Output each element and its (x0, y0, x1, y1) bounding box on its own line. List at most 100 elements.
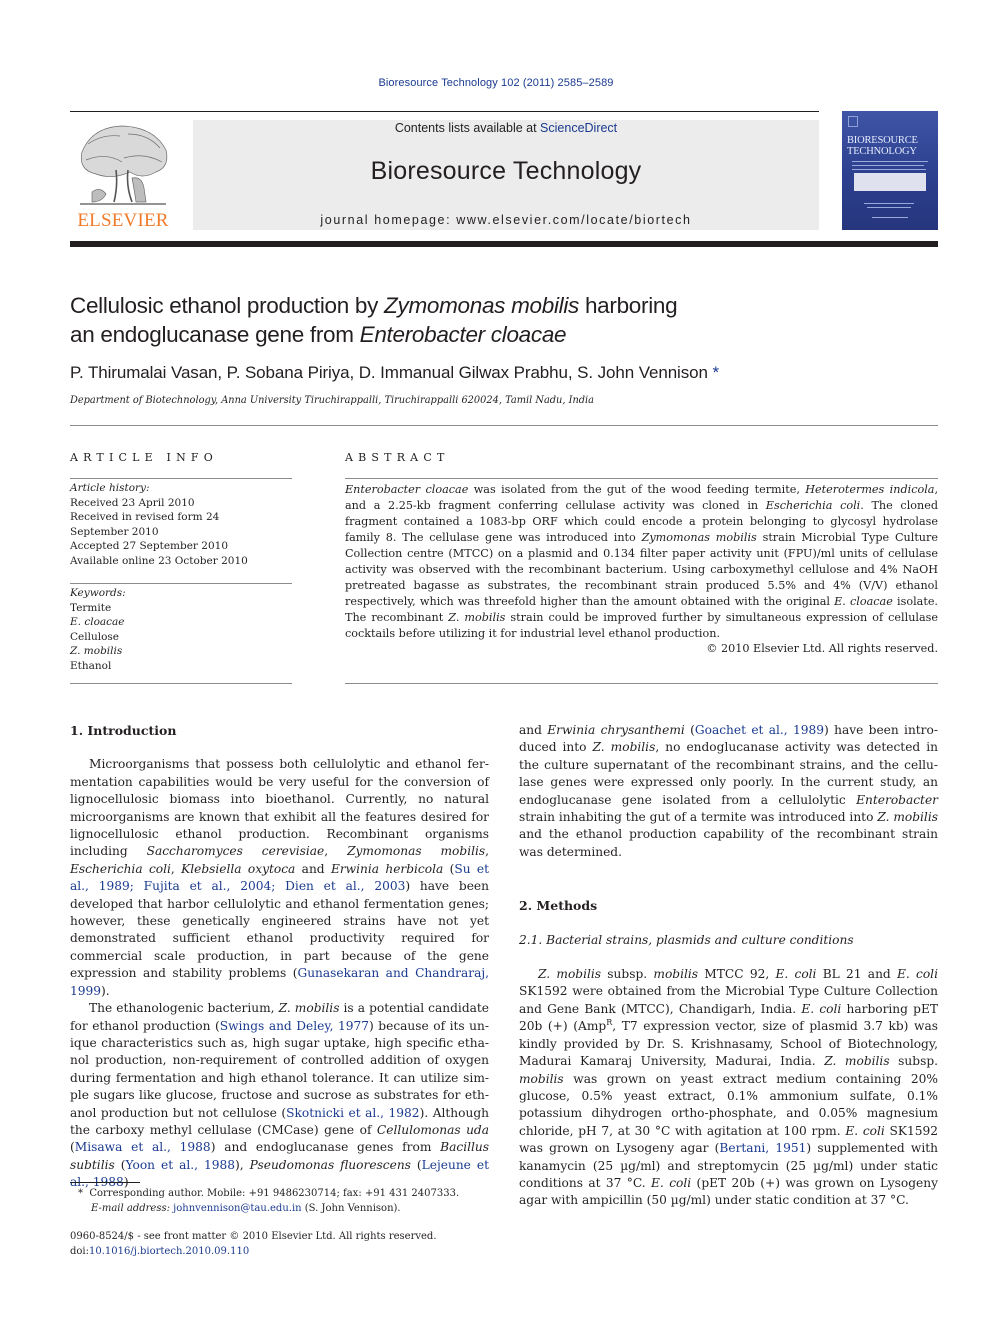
citation-reference-link[interactable]: Yoon et al., 1988 (126, 1158, 236, 1172)
text-run: and the ethanol production capability of… (519, 827, 938, 859)
citation-reference-link[interactable]: Swings and Deley, 1977 (220, 1019, 369, 1033)
italic-term: E. coli (651, 1175, 692, 1190)
text-run: , (485, 844, 490, 859)
affiliation: Department of Biotechnology, Anna Univer… (70, 395, 595, 406)
doi-link[interactable]: 10.1016/j.biortech.2010.09.110 (89, 1246, 249, 1257)
email-label: E-mail address: (91, 1203, 170, 1214)
cover-title-line1: BIORESOURCE (847, 135, 918, 146)
title-text: Cellulosic ethanol production by (70, 293, 385, 318)
history-item: Received 23 April 2010 (70, 496, 195, 509)
article-title: Cellulosic ethanol production by Zymomon… (70, 291, 930, 349)
abstract-text: Enterobacter cloacae was isolated from t… (345, 482, 938, 642)
keywords-block: Keywords: Termite E. cloacae Cellulose Z. m… (70, 586, 292, 673)
text-run: ( (684, 723, 695, 737)
citation-link[interactable]: Bioresource Technology 102 (2011) 2585–2… (378, 77, 613, 89)
text-run: ( (443, 861, 455, 876)
elsevier-tree-icon (80, 125, 168, 205)
text-run: subsp. (601, 967, 654, 982)
history-item: Accepted 27 September 2010 (70, 540, 229, 552)
text-run: ) because of its un­ique characteristics… (70, 1018, 489, 1120)
citation-reference-link[interactable]: Bertani, 1951 (719, 1141, 806, 1155)
italic-term: Zymomonas mobilis (347, 844, 486, 859)
italic-term: Saccharomyces cerevisiae (146, 844, 325, 859)
citation-reference-link[interactable]: Goachet et al., 1989 (695, 723, 824, 737)
article-info-rule (70, 478, 292, 479)
title-species: Zymomonas mobilis (384, 293, 579, 318)
text-run: was isolated from the gut of the wood fe… (468, 483, 806, 496)
keywords-rule (70, 583, 292, 584)
text-run: , (170, 861, 182, 876)
sciencedirect-link[interactable]: ScienceDirect (540, 121, 617, 135)
italic-term: Z. mobilis (592, 740, 656, 755)
italic-term: Z. mobilis (278, 1001, 340, 1016)
section-heading-methods: 2. Methods (519, 898, 598, 914)
keyword-list: Termite E. cloacae Cellulose Z. mobilis Etha… (70, 601, 292, 674)
italic-term: Erwinia chrysanthemi (547, 723, 685, 737)
journal-title: Bioresource Technology (370, 157, 642, 185)
text-run: MTCC 92, (698, 967, 776, 982)
italic-term: mobilis (519, 1071, 564, 1086)
italic-term: E. coli (845, 1123, 885, 1138)
cover-subtitle-line (852, 169, 926, 170)
methods-paragraph-1: Z. mobilis subsp. mobilis MTCC 92, E. co… (519, 966, 938, 1210)
title-text: an endoglucanase gene from (70, 322, 360, 347)
intro-paragraph-2: The ethanologenic bacterium, Z. mobilis … (70, 1000, 489, 1191)
journal-homepage[interactable]: journal homepage: www.elsevier.com/locat… (193, 213, 819, 227)
italic-term: E. coli (801, 1001, 842, 1016)
cover-editor-line (867, 207, 911, 208)
cover-title: BIORESOURCE TECHNOLOGY (847, 135, 918, 157)
italic-term: Erwinia herbicola (330, 861, 444, 876)
text-run: and (295, 861, 331, 876)
italic-term: mobilis (653, 967, 699, 982)
text-run: subsp. (889, 1054, 939, 1069)
italic-term: Klebsiella oxytoca (181, 861, 296, 876)
abstract-heading: ABSTRACT (345, 451, 450, 464)
elsevier-wordmark: ELSEVIER (77, 210, 169, 231)
section-heading-introduction: 1. Introduction (70, 723, 177, 738)
citation-reference-link[interactable]: Misawa et al., 1988 (75, 1140, 211, 1154)
citation-reference-link[interactable]: Skotnicki et al., 1982 (286, 1106, 419, 1120)
corresponding-author-marker[interactable]: * (712, 363, 719, 382)
keywords-label: Keywords: (70, 587, 126, 599)
keyword-item: Termite (70, 601, 112, 614)
keywords-bottom-rule (70, 683, 292, 684)
title-species: Enterobacter cloacae (359, 322, 567, 347)
italic-term: Z. mobilis (877, 810, 938, 825)
text-run: ( (114, 1157, 126, 1172)
cover-sd-logo (872, 217, 908, 218)
corresponding-author-footnote: * Corresponding author. Mobile: +91 9486… (70, 1186, 490, 1216)
text-run: ) and endoglucanase genes from (210, 1140, 441, 1155)
italic-term: Enterobacter (856, 792, 938, 807)
text-run: , (324, 844, 348, 859)
elsevier-logo[interactable]: ELSEVIER (70, 120, 176, 232)
keyword-item: Cellulose (70, 630, 120, 643)
intro-paragraph-2-continued: and Erwinia chrysanthemi (Goachet et al.… (519, 722, 938, 861)
footnote-marker: * (78, 1188, 83, 1199)
journal-cover-thumbnail[interactable]: BIORESOURCE TECHNOLOGY (842, 111, 938, 230)
abstract-rule (345, 478, 938, 479)
italic-term: E. cloacae (834, 595, 893, 608)
keyword-item: Ethanol (70, 659, 112, 672)
history-item: Available online 23 October 2010 (70, 554, 248, 567)
email-owner: (S. John Vennison). (301, 1203, 401, 1214)
text-run: ), (235, 1157, 250, 1172)
issn-line: 0960-8524/$ - see front matter © 2010 El… (70, 1231, 437, 1242)
italic-term: Heterotermes indicola (805, 483, 935, 496)
author-list: P. Thirumalai Vasan, P. Sobana Piriya, D… (70, 363, 719, 383)
keyword-item: Z. mobilis (70, 645, 123, 657)
title-text: harboring (579, 293, 678, 318)
text-run: strain inhabiting the gut of a termite w… (519, 810, 878, 825)
doi-prefix: doi: (70, 1245, 89, 1257)
journal-citation[interactable]: Bioresource Technology 102 (2011) 2585–2… (0, 77, 992, 89)
keyword-item: E. cloacae (70, 616, 125, 628)
contents-prefix: Contents lists available at (394, 121, 541, 135)
article-info-heading: ARTICLE INFO (70, 451, 218, 464)
email-link[interactable]: johnvennison@tau.edu.in (173, 1203, 301, 1214)
italic-term: Zymomonas mobilis (641, 531, 757, 544)
italic-term: E. coli (896, 967, 938, 982)
italic-term: Z. mobilis (448, 611, 506, 624)
authors-text: P. Thirumalai Vasan, P. Sobana Piriya, D… (70, 363, 708, 382)
header-thick-rule (70, 241, 938, 247)
header-rule (70, 111, 819, 112)
subsection-heading-strains: 2.1. Bacterial strains, plasmids and cul… (519, 932, 854, 947)
